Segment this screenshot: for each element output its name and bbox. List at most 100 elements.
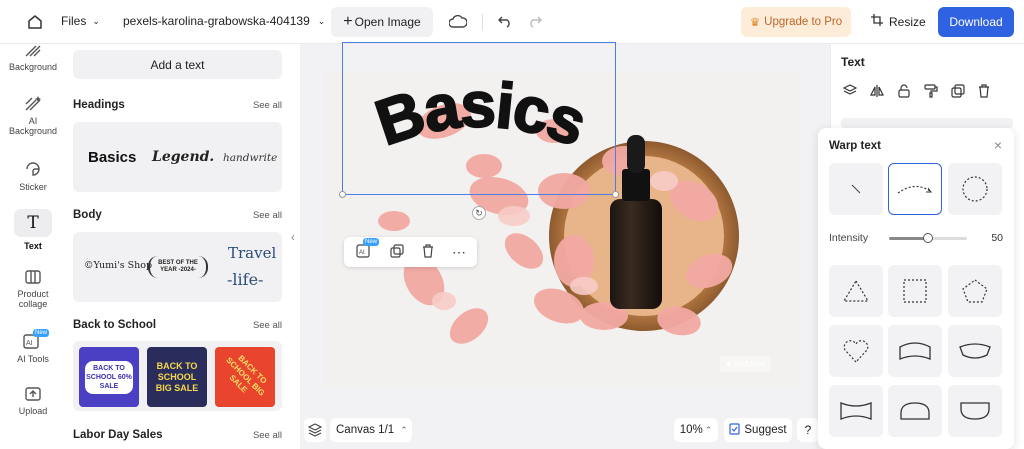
chevron-up-icon: ⌃ [400,424,408,435]
open-image-label: Open Image [354,15,421,29]
warp-none[interactable] [829,163,883,215]
files-menu[interactable]: Files ⌄ [61,14,100,28]
resize-handle[interactable] [339,191,346,198]
redo-icon[interactable] [526,12,544,30]
filename: pexels-karolina-grabowska-404139 [123,14,310,28]
section-title: Headings [73,99,125,111]
warp-circle[interactable] [948,163,1002,215]
school-1-text: BACK TO SCHOOL 60% SALE [85,360,133,394]
section-title: Labor Day Sales [73,429,163,441]
nav-upload[interactable]: Upload [0,386,66,416]
zoom-value: 10% [679,424,703,436]
nav-text[interactable]: T Text [0,209,66,251]
see-all-link[interactable]: See all [253,320,282,331]
template-basics[interactable]: Basics [88,149,136,166]
warp-dome[interactable] [888,385,942,437]
template-yumis-shop[interactable]: ©Yumi's Shop [84,260,152,271]
warp-pentagon[interactable] [948,265,1002,317]
template-life[interactable]: -life- [227,270,263,289]
intensity-knob[interactable] [923,233,933,243]
flip-icon[interactable] [870,84,884,98]
new-badge: New [363,238,380,246]
divider [482,14,483,30]
warp-text-popup: Warp text × Intensity 50 [818,128,1014,449]
suggest-button[interactable]: Suggest [724,418,792,442]
headline-text[interactable]: Basics [355,74,605,174]
nav-ai-background[interactable]: AI Background [0,96,66,136]
paint-roller-icon[interactable] [924,84,938,98]
left-nav: Background AI Background Sticker T Text … [0,44,66,449]
download-button[interactable]: Download [938,7,1014,37]
warp-triangle-icon [842,279,870,302]
template-best-of-year[interactable]: BEST OF THE YEAR -2024- [148,256,208,278]
warp-bowl-icon [960,402,990,420]
undo-icon[interactable] [496,12,514,30]
help-label: ? [804,423,812,437]
zoom-selector[interactable]: 10% ⌃ [674,418,718,442]
intensity-value: 50 [991,232,1003,244]
cloud-sync-icon[interactable] [448,12,468,32]
warp-bowl[interactable] [948,385,1002,437]
delete-icon[interactable] [422,243,434,261]
rotate-handle-icon[interactable]: ↻ [472,206,486,220]
warp-triangle[interactable] [829,265,883,317]
template-school-1[interactable]: BACK TO SCHOOL 60% SALE [79,347,139,407]
upgrade-button[interactable]: ♛ Upgrade to Pro [741,7,851,37]
ai-edit-icon[interactable]: AI New [356,238,380,260]
layers-icon[interactable] [304,418,326,442]
filename-dropdown[interactable]: pexels-karolina-grabowska-404139 ⌄ [123,14,325,28]
nav-product-collage[interactable]: Product collage [0,269,66,309]
template-handwrite[interactable]: handwrite [223,152,277,164]
open-image-button[interactable]: + Open Image [331,7,433,37]
nav-ai-tools[interactable]: AI New AI Tools [0,329,66,364]
resize-button[interactable]: Resize [871,14,926,29]
nav-label: Sticker [19,182,47,192]
section-title: Body [73,209,102,221]
add-text-button[interactable]: Add a text [73,50,282,79]
lock-icon[interactable] [897,84,911,98]
warp-pinch-icon [840,402,872,420]
nav-background[interactable]: Background [0,44,66,72]
school-2-text: BACK TO SCHOOL BIG SALE [155,360,199,393]
warp-arch-up[interactable] [888,325,942,377]
duplicate-icon[interactable] [390,243,404,261]
see-all-link[interactable]: See all [253,210,282,221]
chevron-down-icon: ⌄ [92,15,100,26]
warp-pinch[interactable] [829,385,883,437]
warp-square[interactable] [888,265,942,317]
duplicate-icon[interactable] [951,84,965,98]
body-card: ©Yumi's Shop BEST OF THE YEAR -2024- Tra… [73,232,282,302]
intensity-slider[interactable] [889,233,967,243]
see-all-link[interactable]: See all [253,100,282,111]
canvas-area: ● insMind Basics ↻ AI New ⋯ Canvas 1/1 ⌃ [300,42,830,449]
nav-label: Background [8,62,58,72]
resize-handle[interactable] [612,191,619,198]
chevron-down-icon: ⌄ [317,15,326,26]
delete-icon[interactable] [978,84,990,98]
template-school-3[interactable]: BACK TO SCHOOL BIG SALE [215,347,275,407]
layers-icon[interactable] [843,84,857,98]
template-travel[interactable]: Travel [228,244,276,262]
nav-label: AI Tools [17,354,49,364]
add-text-label: Add a text [150,57,205,72]
more-options-icon[interactable]: ⋯ [452,245,466,259]
template-school-2[interactable]: BACK TO SCHOOL BIG SALE [147,347,207,407]
nav-sticker[interactable]: Sticker [0,160,66,192]
warp-arch[interactable] [888,163,942,215]
text-panel: Add a text Headings See all Basics Legen… [66,44,290,449]
right-panel-title: Text [841,55,865,69]
warp-circle-icon [962,176,988,202]
resize-label: Resize [889,14,926,29]
nav-label: Product collage [17,289,49,309]
best-of-year-text: BEST OF THE YEAR -2024- [158,260,198,273]
files-label: Files [61,14,87,28]
see-all-link[interactable]: See all [253,430,282,441]
close-icon[interactable]: × [994,137,1002,153]
warp-bulge[interactable] [948,325,1002,377]
warp-heart[interactable] [829,325,883,377]
canvas-selector[interactable]: Canvas 1/1 ⌃ [330,418,412,442]
background-icon [25,45,41,57]
template-legend[interactable]: Legend. [152,149,214,165]
home-icon[interactable] [24,11,46,33]
help-button[interactable]: ? [797,418,819,442]
